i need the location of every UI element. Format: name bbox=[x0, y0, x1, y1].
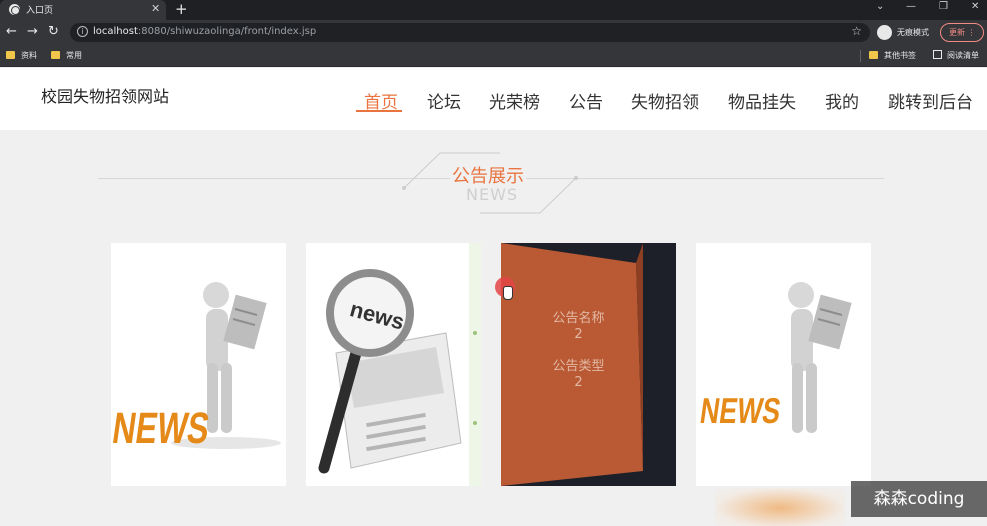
bookmarks-divider bbox=[860, 50, 861, 62]
nav-admin[interactable]: 跳转到后台 bbox=[888, 88, 973, 113]
reading-list-icon bbox=[933, 50, 942, 59]
bookmark-label: 常用 bbox=[66, 51, 82, 60]
video-watermark: 森森coding bbox=[851, 481, 987, 517]
bookmark-folder-ziliao[interactable]: 资料 bbox=[6, 50, 37, 62]
minimize-button[interactable]: — bbox=[906, 1, 916, 12]
browser-tab[interactable]: 入口页 ✕ bbox=[0, 0, 166, 20]
section-subtitle: NEWS bbox=[466, 185, 519, 204]
back-icon[interactable]: ← bbox=[6, 24, 17, 40]
bookmark-folder-changyong[interactable]: 常用 bbox=[51, 50, 82, 62]
forward-icon[interactable]: → bbox=[27, 24, 38, 40]
incognito-indicator[interactable]: 无痕模式 bbox=[876, 24, 936, 42]
notice-type-label: 公告类型 bbox=[552, 359, 605, 374]
other-bookmarks-label: 其他书签 bbox=[884, 51, 916, 60]
close-window-button[interactable]: ✕ bbox=[971, 1, 979, 12]
nav-lost-found[interactable]: 失物招领 bbox=[631, 88, 699, 113]
bookmarks-bar: 资料 常用 其他书签 阅读清单 bbox=[0, 45, 987, 67]
url-host: localhost bbox=[93, 26, 138, 37]
incognito-icon bbox=[877, 25, 892, 40]
notice-name-value: 2 bbox=[574, 327, 583, 342]
hand-cursor-icon bbox=[503, 286, 513, 300]
site-header: 校园失物招领网站 首页 论坛 光荣榜 公告 失物招领 物品挂失 我的 跳转到后台 bbox=[0, 68, 987, 130]
nav-active-underline bbox=[356, 110, 402, 112]
blurred-overlay bbox=[715, 488, 845, 526]
news-figure-image: NEWS bbox=[111, 243, 286, 486]
new-tab-button[interactable]: + bbox=[175, 0, 188, 18]
card-news-text: NEWS bbox=[698, 390, 784, 431]
globe-icon bbox=[9, 4, 20, 15]
news-card[interactable]: NEWS bbox=[111, 243, 286, 486]
folder-icon bbox=[6, 51, 15, 59]
bookmark-label: 资料 bbox=[21, 51, 37, 60]
nav-honor-roll[interactable]: 光荣榜 bbox=[489, 88, 540, 113]
nav-report-lost[interactable]: 物品挂失 bbox=[728, 88, 796, 113]
url-text: localhost:8080/shiwuzaolinga/front/index… bbox=[93, 26, 316, 37]
bookmark-star-icon[interactable]: ☆ bbox=[851, 24, 862, 38]
magnifier-newspaper-image: news bbox=[306, 243, 481, 486]
news-figure-image: NEWS bbox=[696, 243, 871, 486]
nav-announcements[interactable]: 公告 bbox=[569, 88, 603, 113]
update-label: 更新 bbox=[949, 28, 965, 37]
other-bookmarks[interactable]: 其他书签 bbox=[869, 50, 916, 62]
update-button[interactable]: 更新 ⋮ bbox=[940, 23, 984, 42]
tab-search-icon[interactable]: ⌄ bbox=[876, 1, 884, 12]
news-carousel: NEWS news 公告名称 2 公告类型 2 NEWS bbox=[0, 243, 987, 493]
browser-tab-strip: 入口页 ✕ + ⌄ — ❐ ✕ bbox=[0, 0, 987, 20]
news-card[interactable]: NEWS bbox=[696, 243, 871, 486]
address-bar[interactable]: i localhost:8080/shiwuzaolinga/front/ind… bbox=[70, 23, 870, 42]
notice-type-value: 2 bbox=[574, 375, 583, 390]
folder-icon bbox=[869, 51, 878, 59]
reading-list-label: 阅读清单 bbox=[947, 51, 979, 60]
news-card[interactable]: news bbox=[306, 243, 481, 486]
card-news-text: NEWS bbox=[111, 404, 212, 453]
tab-close-icon[interactable]: ✕ bbox=[151, 2, 160, 15]
address-toolbar: ← → ↻ i localhost:8080/shiwuzaolinga/fro… bbox=[0, 20, 987, 45]
url-path: :8080/shiwuzaolinga/front/index.jsp bbox=[137, 26, 317, 37]
incognito-label: 无痕模式 bbox=[897, 28, 929, 37]
notice-name-label: 公告名称 bbox=[552, 311, 605, 326]
notice-card-active[interactable]: 公告名称 2 公告类型 2 bbox=[501, 243, 676, 486]
restore-button[interactable]: ❐ bbox=[939, 1, 948, 12]
site-title: 校园失物招领网站 bbox=[41, 87, 170, 106]
tab-title: 入口页 bbox=[26, 6, 54, 16]
site-info-icon[interactable]: i bbox=[77, 26, 88, 37]
reading-list[interactable]: 阅读清单 bbox=[933, 50, 979, 62]
news-section-heading: 公告展示 NEWS bbox=[0, 138, 987, 218]
reload-icon[interactable]: ↻ bbox=[48, 24, 59, 40]
page-viewport: 校园失物招领网站 首页 论坛 光荣榜 公告 失物招领 物品挂失 我的 跳转到后台… bbox=[0, 68, 987, 526]
nav-forum[interactable]: 论坛 bbox=[427, 88, 461, 113]
nav-mine[interactable]: 我的 bbox=[825, 88, 859, 113]
folder-icon bbox=[51, 51, 60, 59]
